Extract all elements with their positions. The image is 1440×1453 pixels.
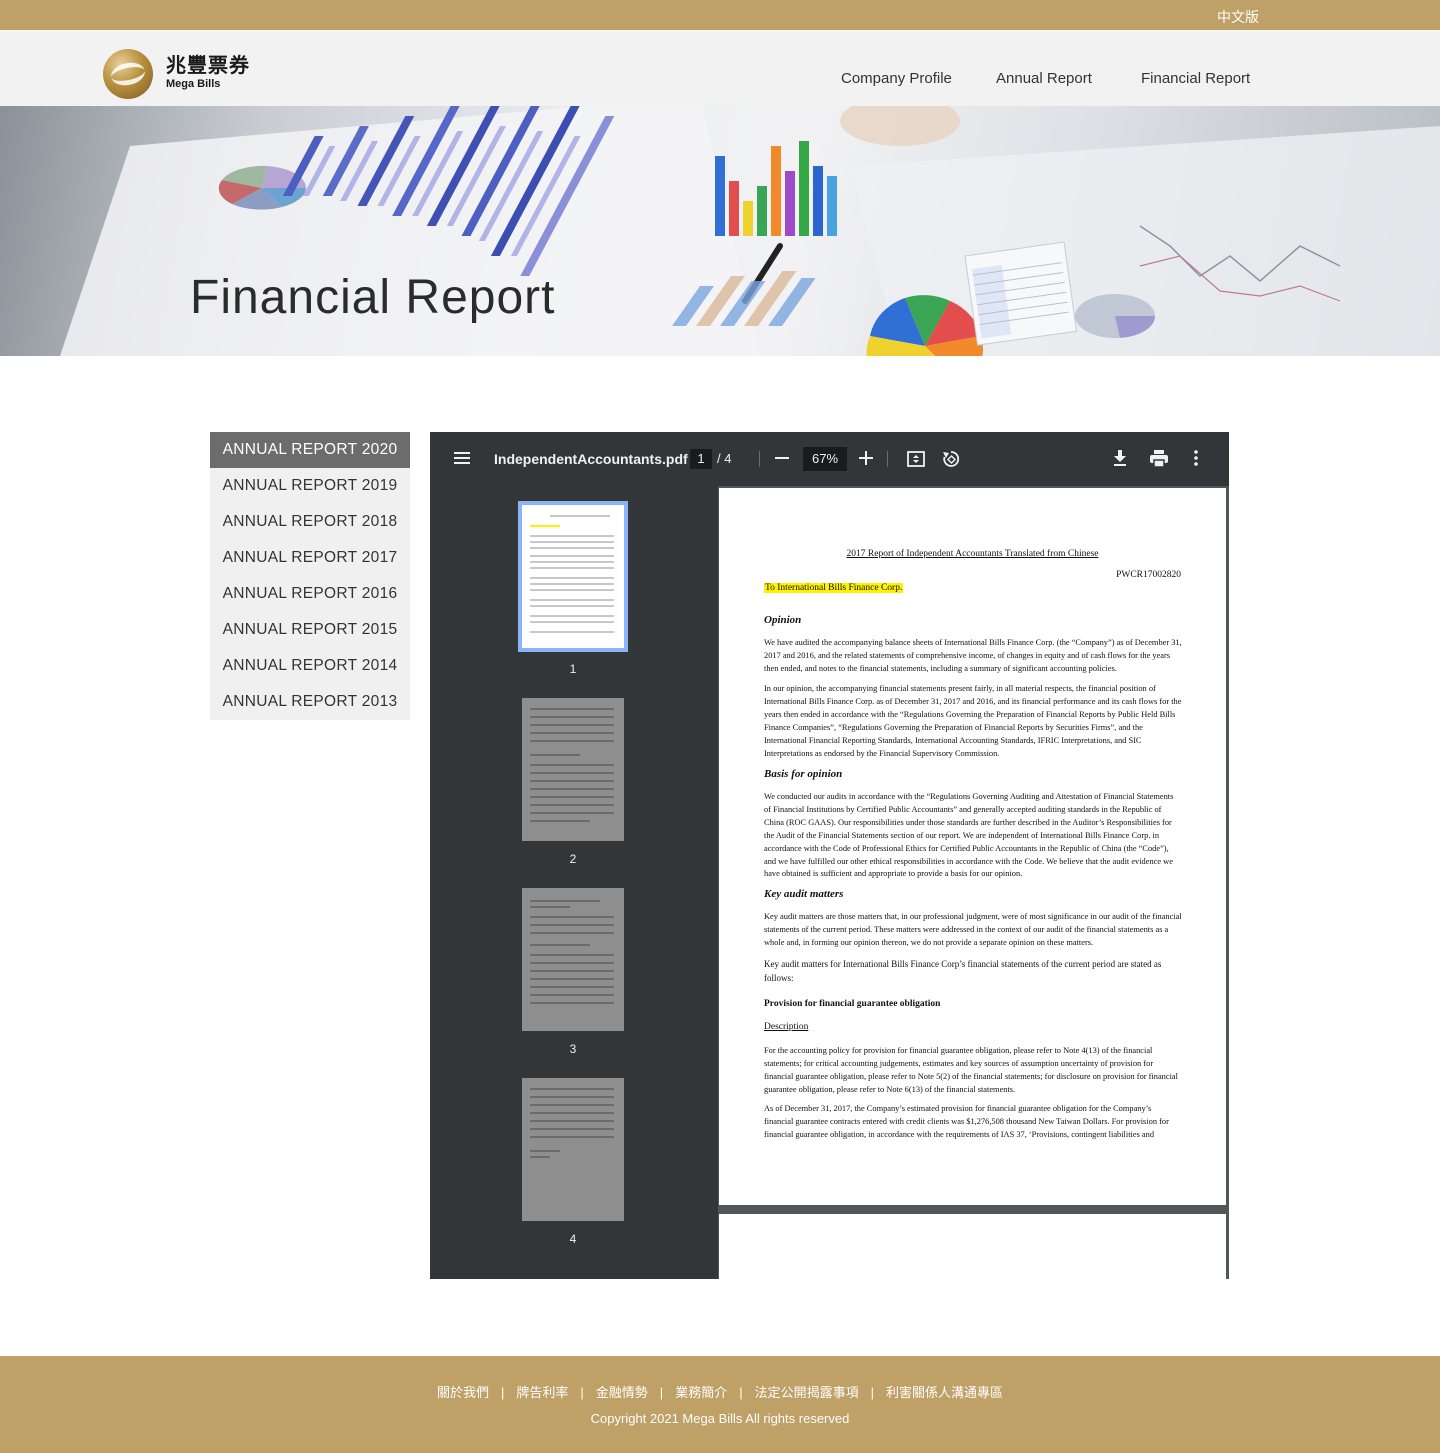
sidebar-item-2015[interactable]: ANNUAL REPORT 2015: [210, 612, 410, 648]
more-vert-icon[interactable]: [1194, 450, 1198, 471]
mega-bills-logo-icon[interactable]: [103, 49, 153, 99]
site-footer: 關於我們 | 牌告利率 | 金融情勢 | 業務簡介 | 法定公開揭露事項 | 利害關係人溝通專區 C…: [0, 1356, 1440, 1453]
opinion-paragraph-2: In our opinion, the accompanying financi…: [764, 684, 1182, 758]
brand-name-en: Mega Bills: [166, 78, 221, 90]
footer-link-business[interactable]: 業務簡介: [675, 1385, 727, 1400]
description-label: Description: [764, 1022, 809, 1032]
sidebar-item-2020[interactable]: ANNUAL REPORT 2020: [210, 432, 410, 468]
sidebar-item-2016[interactable]: ANNUAL REPORT 2016: [210, 576, 410, 612]
sidebar-item-2013[interactable]: ANNUAL REPORT 2013: [210, 684, 410, 720]
opinion-paragraph-1: We have audited the accompanying balance…: [764, 638, 1182, 673]
footer-separator: |: [580, 1385, 584, 1400]
thumbnail-label-1: 1: [569, 662, 577, 676]
pdf-page-2: [719, 1214, 1226, 1279]
heading-basis: Basis for opinion: [764, 768, 843, 780]
language-switch-link[interactable]: 中文版: [1217, 7, 1259, 27]
footer-separator: |: [739, 1385, 743, 1400]
sidebar-item-2017[interactable]: ANNUAL REPORT 2017: [210, 540, 410, 576]
key-audit-paragraph-2: Key audit matters for International Bill…: [764, 959, 1162, 983]
minus-icon[interactable]: [775, 450, 789, 471]
footer-link-rates[interactable]: 牌告利率: [516, 1385, 568, 1400]
brand-name-zh: 兆豐票券: [166, 55, 250, 77]
footer-link-disclosure[interactable]: 法定公開揭露事項: [755, 1385, 859, 1400]
heading-key-audit: Key audit matters: [764, 888, 844, 900]
zoom-input[interactable]: 67%: [803, 447, 847, 471]
thumbnail-page-4[interactable]: [522, 1078, 624, 1221]
report-year-sidebar: ANNUAL REPORT 2020 ANNUAL REPORT 2019 AN…: [210, 432, 410, 720]
basis-paragraph: We conducted our audits in accordance wi…: [764, 792, 1174, 879]
thumbnail-label-4: 4: [569, 1232, 577, 1246]
top-bar: 中文版: [0, 0, 1440, 30]
description-paragraph-2: As of December 31, 2017, the Company’s e…: [764, 1104, 1169, 1139]
thumbnail-page-2[interactable]: [522, 698, 624, 841]
footer-separator: |: [870, 1385, 874, 1400]
footer-links: 關於我們 | 牌告利率 | 金融情勢 | 業務簡介 | 法定公開揭露事項 | 利害關係人溝通專區: [0, 1382, 1440, 1401]
download-icon[interactable]: [1113, 449, 1127, 472]
page-banner: Financial Report: [0, 106, 1440, 356]
pdf-viewer: IndependentAccountants.pdf 1 / 4 67% 1 2…: [430, 432, 1229, 1279]
thumbnail-page-1[interactable]: [518, 501, 628, 652]
print-icon[interactable]: [1150, 450, 1168, 472]
footer-separator: |: [500, 1385, 505, 1400]
nav-financial-report[interactable]: Financial Report: [1141, 70, 1250, 87]
toolbar-divider: [887, 451, 888, 467]
brand-name: 兆豐票券 Mega Bills: [166, 55, 250, 91]
report-reference: PWCR17002820: [1116, 570, 1181, 580]
report-addressee: To International Bills Finance Corp.: [764, 583, 904, 593]
page-total: / 4: [717, 451, 732, 466]
thumbnail-page-3[interactable]: [522, 888, 624, 1031]
sidebar-item-2014[interactable]: ANNUAL REPORT 2014: [210, 648, 410, 684]
copyright-text: Copyright 2021 Mega Bills All rights res…: [590, 1411, 850, 1426]
plus-icon[interactable]: [859, 450, 873, 471]
sidebar-item-2018[interactable]: ANNUAL REPORT 2018: [210, 504, 410, 540]
footer-separator: |: [659, 1385, 664, 1400]
pdf-page-1: 2017 Report of Independent Accountants T…: [719, 488, 1226, 1205]
pdf-toolbar: IndependentAccountants.pdf 1 / 4 67%: [430, 432, 1229, 486]
page-number-input[interactable]: 1: [690, 449, 712, 469]
pdf-filename: IndependentAccountants.pdf: [494, 451, 688, 467]
fit-page-icon[interactable]: [907, 450, 925, 473]
report-title: 2017 Report of Independent Accountants T…: [846, 549, 1099, 559]
footer-link-about[interactable]: 關於我們: [437, 1385, 489, 1400]
thumbnail-label-2: 2: [569, 852, 577, 866]
site-header: 兆豐票券 Mega Bills Company Profile Annual R…: [0, 30, 1440, 106]
page-title: Financial Report: [190, 271, 556, 324]
nav-annual-report[interactable]: Annual Report: [996, 70, 1092, 87]
description-paragraph-1: For the accounting policy for provision …: [764, 1046, 1178, 1094]
key-audit-paragraph-1: Key audit matters are those matters that…: [764, 912, 1182, 947]
footer-link-market[interactable]: 金融情勢: [596, 1385, 648, 1400]
rotate-icon[interactable]: [941, 449, 961, 474]
toolbar-divider: [759, 451, 760, 467]
sidebar-item-2019[interactable]: ANNUAL REPORT 2019: [210, 468, 410, 504]
footer-link-stakeholders[interactable]: 利害關係人溝通專區: [886, 1385, 1003, 1400]
provision-subheading: Provision for financial guarantee obliga…: [764, 999, 941, 1009]
heading-opinion: Opinion: [764, 614, 802, 626]
nav-company-profile[interactable]: Company Profile: [841, 70, 952, 87]
thumbnail-label-3: 3: [569, 1042, 577, 1056]
menu-icon[interactable]: [454, 450, 470, 471]
thumbnail-sidebar: 1 2 3 4: [430, 486, 718, 1279]
